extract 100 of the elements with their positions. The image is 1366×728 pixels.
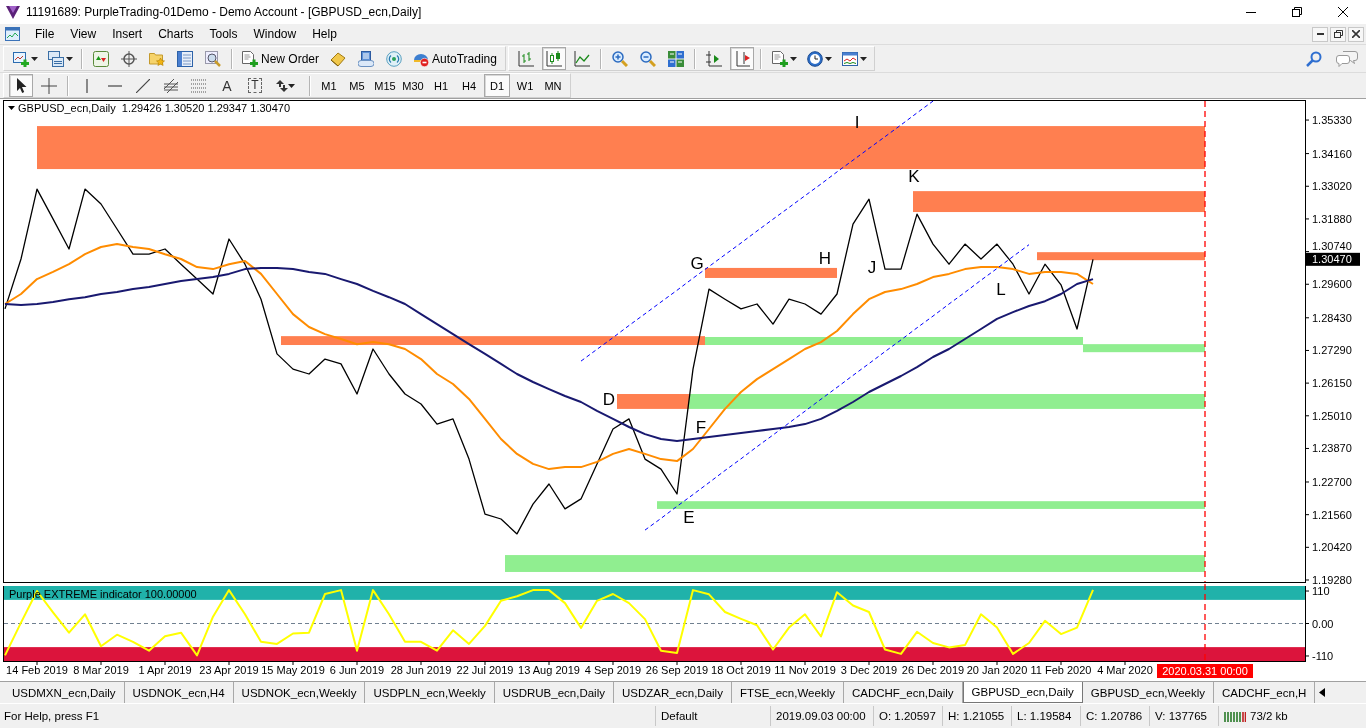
price-axis-label: 1.29600 <box>1312 278 1352 291</box>
logo-icon <box>6 5 20 19</box>
point-label: L <box>996 280 1006 299</box>
restore-button[interactable] <box>1330 26 1346 42</box>
price-axis-label: 1.21560 <box>1312 508 1352 521</box>
trend-line-icon <box>136 78 150 93</box>
menu-item[interactable]: Help <box>304 25 345 43</box>
new-order-button[interactable]: New Order <box>237 47 324 70</box>
caret-icon[interactable] <box>31 56 38 61</box>
timeframe-button[interactable]: M1 <box>316 74 342 97</box>
connection-bars-icon <box>1224 709 1246 722</box>
vertical-line-icon <box>86 78 88 93</box>
chart-window-icon[interactable] <box>5 27 20 41</box>
time-axis-label: 3 Dec 2019 <box>840 664 898 676</box>
timeframe-button[interactable]: W1 <box>512 74 538 97</box>
text-label-tool-button[interactable]: T <box>243 74 267 97</box>
chart-tab[interactable]: USDNOK_ecn,H4 <box>124 682 234 703</box>
timeframe-button[interactable]: D1 <box>484 74 510 97</box>
price-readout: 1.29426 1.30520 1.29347 1.30470 <box>121 102 291 114</box>
hatched-lines-icon <box>163 77 179 94</box>
close-icon[interactable] <box>1338 7 1348 17</box>
caret-icon[interactable] <box>288 83 295 88</box>
graph-window-icon[interactable] <box>841 50 858 67</box>
minimize-icon[interactable] <box>1246 11 1256 13</box>
time-axis-label: 18 Oct 2019 <box>711 664 771 676</box>
bar-time: 2019.09.03 00:00 <box>770 705 873 726</box>
cursor-tool-button[interactable] <box>9 74 33 97</box>
chart-tab[interactable]: GBPUSD_ecn,Daily <box>962 682 1083 703</box>
point-label: D <box>602 390 616 409</box>
chart-tab[interactable]: FTSE_ecn,Weekly <box>731 682 844 703</box>
menu-item[interactable]: Tools <box>201 25 246 43</box>
tile-windows-icon[interactable] <box>667 50 684 67</box>
point-label: E <box>683 508 695 527</box>
zoom-in-icon[interactable] <box>611 50 628 67</box>
price-axis-label: 1.26150 <box>1312 377 1352 390</box>
list-window-icon[interactable] <box>177 50 193 67</box>
time-axis-label: 26 Sep 2019 <box>645 664 709 676</box>
minimize-button[interactable] <box>1312 26 1328 42</box>
target-icon[interactable] <box>121 50 137 67</box>
diamond-icon[interactable] <box>330 50 346 67</box>
text-tool-button[interactable]: A <box>215 74 239 97</box>
caret-icon[interactable] <box>824 56 832 61</box>
axes-flag-icon <box>733 50 750 67</box>
horizontal-line-icon <box>108 84 122 87</box>
open-price: O: 1.20597 <box>873 705 942 726</box>
chart-tab[interactable]: USDRUB_ecn,Daily <box>494 682 614 703</box>
chart-plus-icon[interactable] <box>13 50 29 67</box>
arrows-icon <box>275 78 289 93</box>
menu-item[interactable]: File <box>27 25 63 43</box>
folder-star-icon[interactable] <box>149 50 165 67</box>
symbol-label: GBPUSD_ecn,Daily <box>18 102 116 114</box>
point-label: I <box>854 113 860 132</box>
monitor-icon[interactable] <box>358 50 374 67</box>
chart-tab[interactable]: CADCHF_ecn,Daily <box>843 682 963 703</box>
time-marker-label: 2020.03.31 00:00 <box>1157 664 1253 678</box>
time-axis-label: 4 Sep 2019 <box>584 664 642 676</box>
chart-tab[interactable]: USDPLN_ecn,Weekly <box>365 682 495 703</box>
caret-icon[interactable] <box>66 56 73 61</box>
menu-item[interactable]: Window <box>245 25 305 43</box>
current-price-label: 1.30470 <box>1306 252 1360 266</box>
caret-icon[interactable] <box>789 56 797 61</box>
magnifier-window-icon[interactable] <box>205 50 221 67</box>
time-axis-label: 20 Jan 2020 <box>966 664 1028 676</box>
price-arrows-icon[interactable] <box>93 50 109 67</box>
caret-icon[interactable] <box>859 56 867 61</box>
caret-icon[interactable] <box>8 106 15 110</box>
timeframe-button[interactable]: H4 <box>456 74 482 97</box>
chart-tab[interactable]: USDMXN_ecn,Daily <box>4 682 125 703</box>
point-label: G <box>690 254 704 273</box>
search-icon[interactable] <box>1306 50 1322 67</box>
zoom-out-icon[interactable] <box>639 50 656 67</box>
menu-item[interactable]: Charts <box>150 25 202 43</box>
chart-tab[interactable]: USDNOK_ecn,Weekly <box>233 682 366 703</box>
time-axis-label: 6 Jun 2019 <box>329 664 385 676</box>
chart-tab[interactable]: GBPUSD_ecn,Weekly <box>1082 682 1215 703</box>
chart-tab[interactable]: USDZAR_ecn,Daily <box>613 682 732 703</box>
close-price: C: 1.20786 <box>1080 705 1149 726</box>
scroll-left-icon[interactable] <box>1319 688 1326 697</box>
chat-bubbles-icon[interactable] <box>1336 50 1358 67</box>
menu-item[interactable]: View <box>62 25 105 43</box>
auto-scroll-button[interactable] <box>729 47 754 70</box>
timeframe-button[interactable]: M5 <box>344 74 370 97</box>
cursor-icon <box>15 77 27 94</box>
close-button[interactable] <box>1348 26 1364 42</box>
chart-tab[interactable]: CADCHF_ecn,H <box>1214 682 1316 703</box>
time-axis-label: 23 Apr 2019 <box>199 664 259 676</box>
timeframe-button[interactable]: M30 <box>400 74 426 97</box>
document-plus-icon[interactable] <box>771 50 788 67</box>
candlestick-chart-button[interactable] <box>541 47 566 70</box>
clock-icon[interactable] <box>806 50 823 67</box>
timeframe-button[interactable]: MN <box>540 74 566 97</box>
timeframe-button[interactable]: M15 <box>372 74 398 97</box>
price-axis-label: 1.20420 <box>1312 541 1352 554</box>
autotrading-button[interactable]: AutoTrading <box>408 47 502 70</box>
timeframe-button[interactable]: H1 <box>428 74 454 97</box>
signal-waves-icon[interactable] <box>386 50 402 67</box>
price-axis-label: 1.25010 <box>1312 409 1352 422</box>
windows-icon[interactable] <box>48 50 64 67</box>
restore-icon[interactable] <box>1292 7 1302 17</box>
menu-item[interactable]: Insert <box>104 25 151 43</box>
